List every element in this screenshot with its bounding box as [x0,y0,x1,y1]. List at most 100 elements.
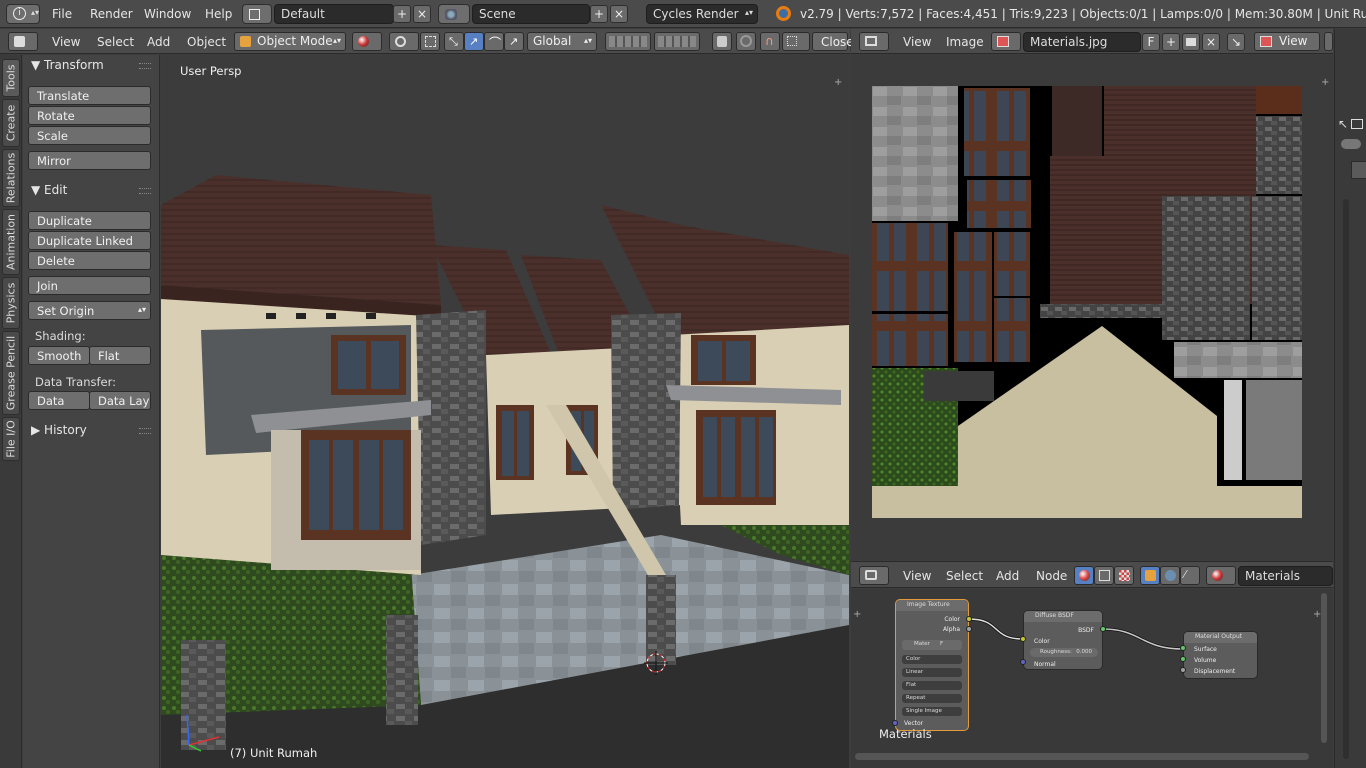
editor-type-button[interactable] [859,32,889,51]
browse-image-button[interactable] [991,32,1021,51]
translate-button[interactable]: Translate [28,86,151,105]
node-header-output[interactable]: Material Output [1184,632,1257,643]
material-name-field[interactable]: Materials [1238,566,1333,586]
world-shader-button[interactable] [1160,566,1180,585]
projection-select[interactable]: Flat [902,681,962,690]
extension-select[interactable]: Repeat [902,694,962,703]
socket-bsdf-out[interactable] [1100,626,1106,632]
vertical-scrollbar[interactable] [1321,593,1327,743]
menu-view[interactable]: View [903,569,931,583]
menu-image[interactable]: Image [946,35,984,49]
pivot-point-button[interactable] [389,32,419,51]
source-select[interactable]: Single Image [902,707,962,716]
socket-normal-in[interactable] [1020,659,1026,665]
image-name-field[interactable]: Materials.jpg [1023,32,1141,52]
translate-manipulator-button[interactable]: ⤡ [444,32,464,51]
viewport-3d[interactable]: User Persp (7) Unit Rumah + [161,55,849,768]
delete-screen-button[interactable]: × [413,5,431,23]
scrollbar[interactable] [1343,199,1349,759]
tab-relations[interactable]: Relations [2,149,20,207]
screen-layout-field[interactable]: Default [274,4,394,24]
duplicate-button[interactable]: Duplicate [28,211,151,230]
socket-color-in[interactable] [1020,636,1026,642]
menu-window[interactable]: Window [144,7,191,21]
smooth-button[interactable]: Smooth [28,346,90,365]
layers-grid-b[interactable] [654,32,700,51]
join-button[interactable]: Join [28,276,151,295]
data-transfer-button[interactable]: Data [28,391,90,410]
node-header-image-texture[interactable]: Image Texture [896,600,968,611]
node-canvas[interactable]: Image Texture Color Alpha Mater F Color … [851,589,1333,768]
mode-select[interactable]: Object Mode ▴▾ [234,32,346,51]
scale-manipulator-button[interactable]: ↗ [504,32,524,51]
flat-button[interactable]: Flat [89,346,151,365]
snap-toggle[interactable]: ∩ [760,32,780,51]
duplicate-linked-button[interactable]: Duplicate Linked [28,231,151,250]
delete-button[interactable]: Delete [28,251,151,270]
menu-add[interactable]: Add [147,35,170,49]
toggle-icon[interactable] [1341,139,1361,149]
node-header-diffuse[interactable]: Diffuse BSDF [1024,611,1102,622]
snap-element-select[interactable] [782,32,810,51]
tab-tools[interactable]: Tools [2,59,20,97]
new-image-button[interactable]: + [1162,33,1180,51]
rotate-manipulator-button[interactable]: ↗ [464,32,484,51]
header-overflow[interactable] [1324,32,1333,51]
image-datablock-field[interactable]: Mater F [902,640,962,650]
color-space-select[interactable]: Color [902,655,962,664]
lock-layers-button[interactable] [712,32,732,51]
object-shader-button[interactable] [1140,566,1160,585]
transform-panel-header[interactable]: ▼ Transform [31,58,104,72]
menu-node[interactable]: Node [1036,569,1067,583]
linestyle-shader-button[interactable]: ⁄ [1180,566,1200,585]
menu-select[interactable]: Select [97,35,134,49]
editor-type-button[interactable] [8,32,38,51]
open-image-button[interactable] [1182,33,1200,51]
rotate-button[interactable]: Rotate [28,106,151,125]
properties-tab-icon[interactable] [1351,161,1366,179]
browse-material-button[interactable] [1206,566,1236,585]
delete-scene-button[interactable]: × [610,5,628,23]
fake-user-button[interactable]: F [1142,33,1160,51]
tab-create[interactable]: Create [2,99,20,147]
menu-help[interactable]: Help [205,7,232,21]
unlink-image-button[interactable]: × [1202,33,1220,51]
menu-view[interactable]: View [903,35,931,49]
view-mode-select[interactable]: View [1254,32,1320,51]
cursor-icon[interactable]: ↖ [1338,117,1348,131]
menu-object[interactable]: Object [187,35,226,49]
texture-tree-button[interactable] [1114,566,1134,585]
menu-file[interactable]: File [52,7,72,21]
history-panel-header[interactable]: ▶ History [31,423,87,437]
tab-physics[interactable]: Physics [2,277,20,329]
add-scene-button[interactable]: + [590,5,608,23]
render-engine-select[interactable]: Cycles Render ▴▾ [646,4,758,24]
menu-render[interactable]: Render [90,7,133,21]
tab-grease-pencil[interactable]: Grease Pencil [2,331,20,415]
manipulator-toggle[interactable] [420,32,440,51]
socket-surface-in[interactable] [1180,645,1186,651]
shader-tree-button[interactable] [1074,566,1094,585]
close-button[interactable]: Close [812,32,854,51]
region-expand-icon[interactable]: + [834,77,842,88]
diffuse-bsdf-node[interactable]: Diffuse BSDF BSDF Color Roughness: 0.000… [1023,610,1103,670]
arc-manipulator-button[interactable]: ⌒ [484,32,504,51]
scene-icon-button[interactable] [438,4,470,24]
panel-grip-icon[interactable] [139,428,151,434]
region-expand-icon[interactable]: + [1321,77,1329,88]
edit-panel-header[interactable]: ▼ Edit [31,183,67,197]
mirror-button[interactable]: Mirror [28,151,151,170]
transform-orientation-select[interactable]: Global ▴▾ [527,32,597,51]
menu-view[interactable]: View [52,35,80,49]
data-transfer-layout-button[interactable]: Data Layo [89,391,151,410]
roughness-slider[interactable]: Roughness: 0.000 [1030,648,1098,657]
editor-type-button[interactable]: i ▴▾ [6,4,40,24]
pin-image-button[interactable]: ↘ [1227,33,1245,51]
socket-displacement-in[interactable] [1180,667,1186,673]
socket-color-out[interactable] [966,616,972,622]
menu-add[interactable]: Add [996,569,1019,583]
viewport-shading-button[interactable] [352,32,382,51]
socket-alpha-out[interactable] [966,626,972,632]
region-expand-icon[interactable]: + [853,609,861,620]
image-fake-user-toggle[interactable]: F [940,641,943,647]
